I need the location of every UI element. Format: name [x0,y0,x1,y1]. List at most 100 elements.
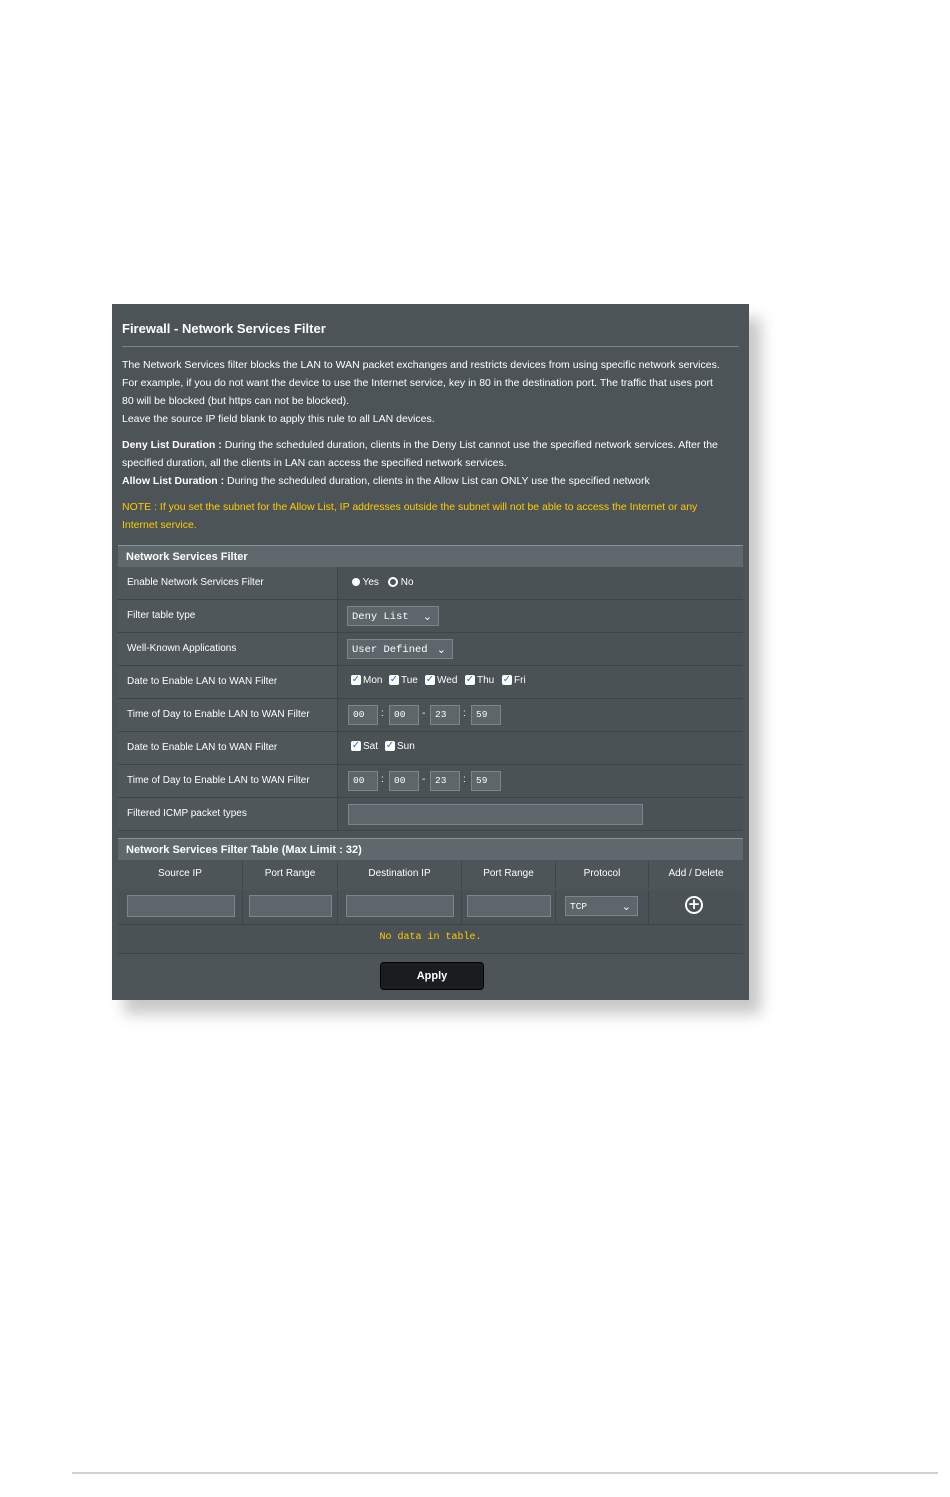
check-icon: ✓ [502,674,512,686]
wellknown-label: Well-Known Applications [118,633,338,665]
allow-duration-text: During the scheduled duration, clients i… [227,475,650,487]
radio-yes-label: Yes [362,577,379,588]
colon-separator: : [381,774,384,785]
dash-separator: - [422,708,426,719]
weekday-time-row: Time of Day to Enable LAN to WAN Filter … [118,699,743,732]
check-icon: ✓ [425,674,435,686]
col-header-port-range: Port Range [243,861,338,887]
weekend-label: Date to Enable LAN to WAN Filter [118,732,338,764]
check-icon: ✓ [465,674,475,686]
description-line: The Network Services filter blocks the L… [122,359,720,371]
colon-separator: : [463,774,466,785]
destination-port-range-input[interactable] [467,895,551,917]
note-line: Internet service. [122,519,197,531]
checkbox-thu[interactable]: ✓ Thu [465,675,494,686]
chevron-down-icon: ⌄ [621,900,631,913]
page-footer-divider [72,1472,938,1474]
check-icon: ✓ [351,674,361,686]
radio-no[interactable]: No [388,577,414,588]
checkbox-label: Thu [477,675,495,686]
duration-block: Deny List Duration : During the schedule… [122,436,744,490]
weekend-time-row: Time of Day to Enable LAN to WAN Filter … [118,765,743,798]
weekend-time-label: Time of Day to Enable LAN to WAN Filter [118,765,338,797]
enable-filter-label: Enable Network Services Filter [118,567,338,599]
checkbox-label: Fri [514,675,526,686]
checkbox-sun[interactable]: ✓ Sun [385,741,415,752]
description-block: The Network Services filter blocks the L… [122,356,744,428]
check-icon: ✓ [351,740,361,752]
checkbox-wed[interactable]: ✓ Wed [425,675,457,686]
icmp-input[interactable] [348,804,643,825]
deny-duration-line: Deny List Duration : During the schedule… [122,436,744,454]
colon-separator: : [463,708,466,719]
destination-ip-input[interactable] [346,895,454,917]
checkbox-sat[interactable]: ✓ Sat [351,741,378,752]
weekday-time-label: Time of Day to Enable LAN to WAN Filter [118,699,338,731]
end-minute-input[interactable]: 59 [471,705,501,725]
empty-table-message: No data in table. [118,924,743,954]
chevron-down-icon: ⌄ [436,643,446,656]
col-header-destination-ip: Destination IP [338,861,462,887]
filter-type-label: Filter table type [118,600,338,632]
col-header-add-delete: Add / Delete [649,861,743,887]
start-hour-input[interactable]: 00 [348,705,378,725]
filter-table-input-row: TCP ⌄ + [118,890,743,924]
end-hour-input[interactable]: 23 [430,705,460,725]
protocol-value: TCP [570,901,588,912]
deny-duration-text-cont: specified duration, all the clients in L… [122,457,507,469]
check-icon: ✓ [385,740,395,752]
radio-no-label: No [400,577,414,588]
end-hour-input[interactable]: 23 [430,771,460,791]
colon-separator: : [381,708,384,719]
settings-section-header: Network Services Filter [118,545,743,567]
radio-yes[interactable]: Yes [352,577,379,588]
icmp-label: Filtered ICMP packet types [118,798,338,830]
settings-table: Enable Network Services Filter Yes No Fi… [118,567,743,831]
checkbox-label: Sun [397,741,415,752]
filter-type-select[interactable]: Deny List ⌄ [347,606,439,626]
title-divider [122,346,739,347]
filter-type-row: Filter table type Deny List ⌄ [118,600,743,633]
wellknown-row: Well-Known Applications User Defined ⌄ [118,633,743,666]
start-minute-input[interactable]: 00 [389,771,419,791]
page-title: Firewall - Network Services Filter [122,321,326,336]
source-port-range-input[interactable] [249,895,332,917]
checkbox-mon[interactable]: ✓ Mon [351,675,382,686]
source-ip-input[interactable] [127,895,235,917]
description-line: Leave the source IP field blank to apply… [122,413,435,425]
protocol-select[interactable]: TCP ⌄ [565,896,638,916]
wellknown-value: User Defined [352,644,428,656]
checkbox-label: Tue [401,675,418,686]
end-minute-input[interactable]: 59 [471,771,501,791]
checkbox-fri[interactable]: ✓ Fri [502,675,526,686]
checkbox-label: Wed [437,675,458,686]
description-line: For example, if you do not want the devi… [122,377,713,389]
filter-table-section-header: Network Services Filter Table (Max Limit… [118,838,743,860]
note-line: NOTE : If you set the subnet for the All… [122,501,698,513]
allow-duration-line: Allow List Duration : During the schedul… [122,472,744,490]
radio-checked-icon [388,577,398,588]
col-header-protocol: Protocol [556,861,649,887]
enable-filter-row: Enable Network Services Filter Yes No [118,567,743,600]
checkbox-label: Mon [363,675,383,686]
checkbox-tue[interactable]: ✓ Tue [389,675,418,686]
weekday-row: Date to Enable LAN to WAN Filter ✓ Mon ✓ T… [118,666,743,699]
add-rule-icon[interactable]: + [685,896,703,914]
col-header-source-ip: Source IP [118,861,243,887]
start-hour-input[interactable]: 00 [348,771,378,791]
screenshot-panel: Firewall - Network Services Filter The N… [112,304,749,1000]
deny-duration-text: During the scheduled duration, clients i… [224,439,718,451]
filter-table-header: Source IP Port Range Destination IP Port… [118,861,743,887]
wellknown-select[interactable]: User Defined ⌄ [347,639,453,659]
deny-duration-label: Deny List Duration : [122,439,222,451]
note-block: NOTE : If you set the subnet for the All… [122,498,744,534]
icmp-row: Filtered ICMP packet types [118,798,743,831]
check-icon: ✓ [389,674,399,686]
weekday-label: Date to Enable LAN to WAN Filter [118,666,338,698]
description-line: 80 will be blocked (but https can not be… [122,395,350,407]
col-header-port-range-dest: Port Range [462,861,556,887]
apply-button[interactable]: Apply [380,962,484,990]
allow-duration-label: Allow List Duration : [122,475,225,487]
chevron-down-icon: ⌄ [422,610,432,623]
start-minute-input[interactable]: 00 [389,705,419,725]
